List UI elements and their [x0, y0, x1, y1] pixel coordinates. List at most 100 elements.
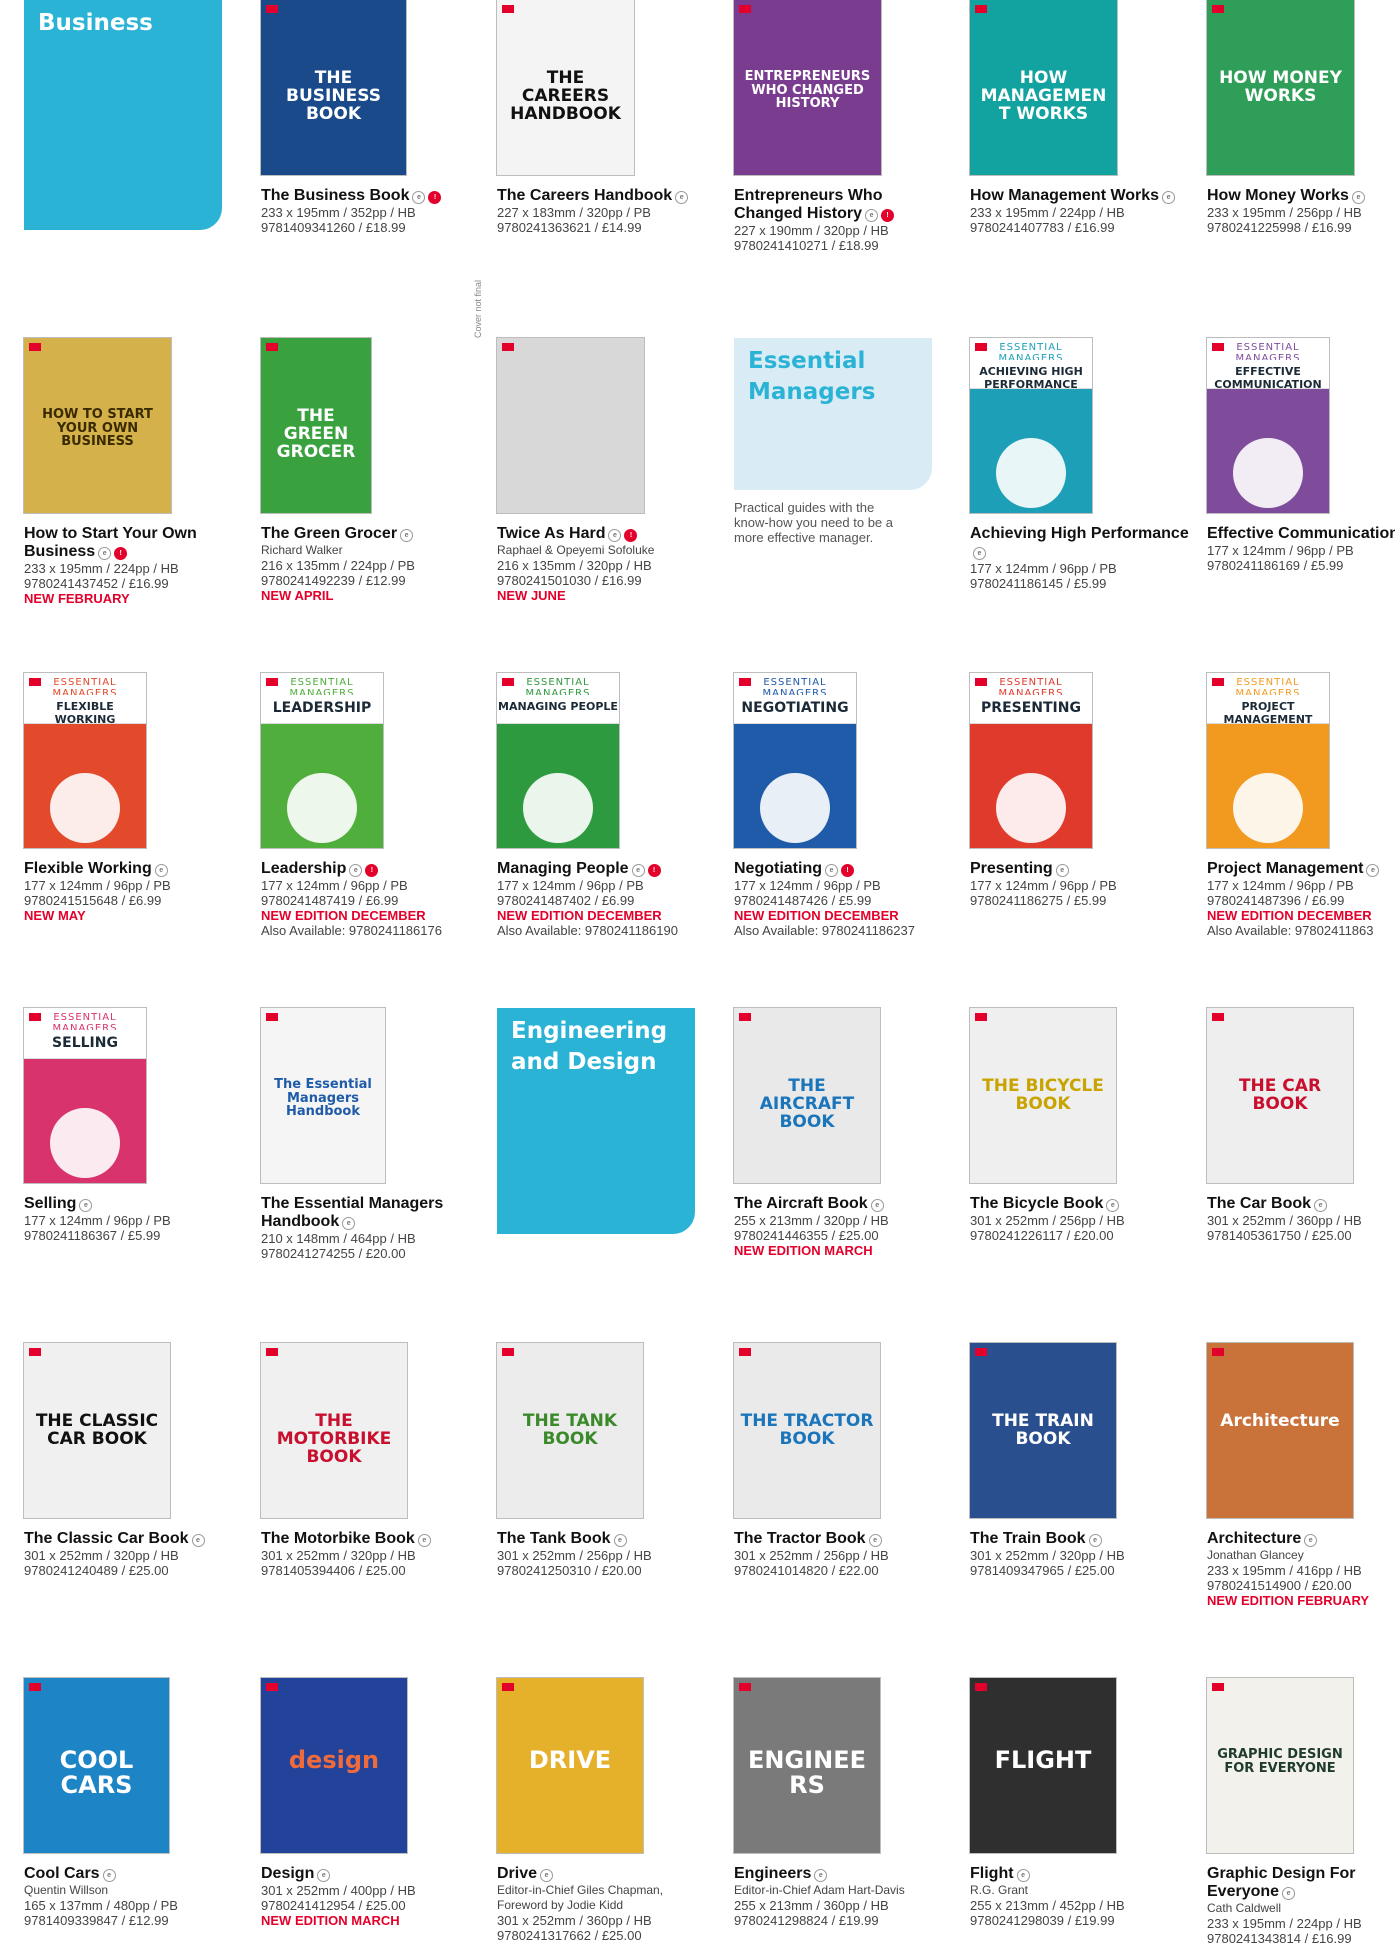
book-title[interactable]: Effective Communicatione	[1207, 525, 1395, 543]
book-cover[interactable]	[497, 338, 644, 513]
book-title[interactable]: The Careers Handbook e	[497, 187, 717, 205]
book-title[interactable]: Achieving High Performancee	[970, 525, 1190, 561]
cover-title-band: SELLING	[24, 1030, 146, 1059]
book-title[interactable]: The Train Book e	[970, 1530, 1190, 1548]
book-title[interactable]: Flexible Working e	[24, 860, 244, 878]
book-title[interactable]: How Money Works e	[1207, 187, 1395, 205]
book-cover[interactable]: GRAPHIC DESIGN FOR EVERYONE	[1207, 1678, 1353, 1853]
book-title[interactable]: Selling e	[24, 1195, 244, 1213]
book-note: NEW EDITION DECEMBER	[1207, 908, 1372, 923]
dk-logo	[266, 678, 278, 686]
book-isbn-price: 9780241492239 / £12.99	[261, 573, 406, 588]
book-cover[interactable]: ENGINEERS	[734, 1678, 880, 1853]
book-title[interactable]: The Classic Car Book e	[24, 1530, 244, 1548]
book-title[interactable]: The Green Grocer e	[261, 525, 481, 543]
book-info: Effective Communicatione177 x 124mm / 96…	[1207, 525, 1395, 573]
book-title[interactable]: Architecture e	[1207, 1530, 1395, 1548]
ebook-icon: e	[631, 864, 645, 877]
book-cover[interactable]: THE TANK BOOK	[497, 1343, 643, 1518]
cover-title: THE TRACTOR BOOK	[740, 1411, 874, 1449]
dk-logo	[1212, 1013, 1224, 1021]
book-cover[interactable]: THE GREEN GROCER	[261, 338, 371, 513]
category-engineering-design: Engineering and Design	[497, 1008, 695, 1234]
book-cover[interactable]: THE BICYCLE BOOK	[970, 1008, 1116, 1183]
dk-logo	[1212, 1683, 1224, 1691]
book-cover[interactable]: ESSENTIAL MANAGERS EFFECTIVE COMMUNICATIO…	[1207, 338, 1329, 513]
cover-title: THE BICYCLE BOOK	[982, 1076, 1104, 1114]
book-cover[interactable]: COOL CARS	[24, 1678, 169, 1853]
book-title[interactable]: Twice As Hard e!	[497, 525, 717, 543]
book-title[interactable]: The Tractor Book e	[734, 1530, 954, 1548]
book-cover[interactable]: ESSENTIAL MANAGERS ACHIEVING HIGH PERFORM…	[970, 338, 1092, 513]
book-title[interactable]: The Tank Book e	[497, 1530, 717, 1548]
book-cover[interactable]: THE TRAIN BOOK	[970, 1343, 1116, 1518]
book-title[interactable]: The Motorbike Book e	[261, 1530, 481, 1548]
book-title[interactable]: Leadership e!	[261, 860, 481, 878]
book-cover[interactable]: HOW MANAGEMENT WORKS	[970, 0, 1117, 175]
book-cover[interactable]: THE CAREERS HANDBOOK	[497, 0, 634, 175]
book-title[interactable]: Managing People e!	[497, 860, 717, 878]
audio-icon: !	[365, 864, 379, 877]
book-cover[interactable]: ESSENTIAL MANAGERS SELLING	[24, 1008, 146, 1183]
book-title[interactable]: Project Management e	[1207, 860, 1395, 878]
book-cover[interactable]: design	[261, 1678, 407, 1853]
cover-title: THE TANK BOOK	[522, 1411, 618, 1449]
book-title[interactable]: Negotiating e!	[734, 860, 954, 878]
book-cover[interactable]: HOW MONEY WORKS	[1207, 0, 1354, 175]
ebook-icon: e	[342, 1217, 356, 1230]
book-title[interactable]: Entrepreneurs Who Changed History e!	[734, 187, 954, 223]
book-cover[interactable]: THE TRACTOR BOOK	[734, 1343, 880, 1518]
book-cover[interactable]: FLIGHT	[970, 1678, 1116, 1853]
category-label: Business	[38, 10, 153, 36]
book-info: The Business Book e! 233 x 195mm / 352pp /…	[261, 187, 481, 235]
book-title[interactable]: The Business Book e!	[261, 187, 481, 205]
cover-title-band: MANAGING PEOPLE	[497, 695, 619, 724]
book-title[interactable]: The Essential Managers Handbook e	[261, 1195, 481, 1231]
dk-logo	[739, 5, 751, 13]
book-cover[interactable]: ESSENTIAL MANAGERS FLEXIBLE WORKING	[24, 673, 146, 848]
book-specs: 177 x 124mm / 96pp / PB	[1207, 878, 1354, 893]
dk-logo	[739, 1348, 751, 1356]
book-title[interactable]: Design e	[261, 1865, 481, 1883]
series-band: ESSENTIAL MANAGERS	[497, 673, 619, 699]
book-title[interactable]: How to Start Your Own Business e!	[24, 525, 244, 561]
book-cover[interactable]: THE AIRCRAFT BOOK	[734, 1008, 880, 1183]
book-cover[interactable]: THE BUSINESS BOOK	[261, 0, 406, 175]
dk-logo	[29, 1683, 41, 1691]
book-info: How to Start Your Own Business e! 233 x 19…	[24, 525, 244, 606]
book-cover[interactable]: ENTREPRENEURS WHO CHANGED HISTORY	[734, 0, 881, 175]
book-cover[interactable]: THE MOTORBIKE BOOK	[261, 1343, 407, 1518]
book-title[interactable]: The Car Book e	[1207, 1195, 1395, 1213]
cover-title-band: PROJECT MANAGEMENT	[1207, 695, 1329, 726]
book-cover[interactable]: Architecture	[1207, 1343, 1353, 1518]
book-title[interactable]: Drive e	[497, 1865, 717, 1883]
ebook-icon: e	[865, 209, 879, 222]
cover-title: THE CAR BOOK	[1238, 1076, 1322, 1114]
book-cover[interactable]: ESSENTIAL MANAGERS MANAGING PEOPLE	[497, 673, 619, 848]
book-cover[interactable]: ESSENTIAL MANAGERS PRESENTING	[970, 673, 1092, 848]
book-title[interactable]: The Bicycle Book e	[970, 1195, 1190, 1213]
book-cover[interactable]: The Essential Managers Handbook	[261, 1008, 385, 1183]
book-cover[interactable]: HOW TO START YOUR OWN BUSINESS	[24, 338, 171, 513]
book-title[interactable]: Engineers e	[734, 1865, 954, 1883]
book-cover[interactable]: ESSENTIAL MANAGERS LEADERSHIP	[261, 673, 383, 848]
ebook-icon: e	[1366, 864, 1380, 877]
book-cover[interactable]: ESSENTIAL MANAGERS NEGOTIATING	[734, 673, 856, 848]
dk-logo	[266, 1348, 278, 1356]
book-isbn-price: 9780241298039 / £19.99	[970, 1913, 1115, 1928]
book-cover[interactable]: THE CLASSIC CAR BOOK	[24, 1343, 170, 1518]
book-title[interactable]: The Aircraft Book e	[734, 1195, 954, 1213]
book-title[interactable]: Flight e	[970, 1865, 1190, 1883]
book-isbn-price: 9780241437452 / £16.99	[24, 576, 169, 591]
book-title[interactable]: Graphic Design For Everyone e	[1207, 1865, 1395, 1901]
book-title[interactable]: How Management Works e	[970, 187, 1190, 205]
book-author: Raphael & Opeyemi Sofoluke	[497, 543, 655, 557]
book-isbn-price: 9780241446355 / £25.00	[734, 1228, 879, 1243]
book-title[interactable]: Cool Cars e	[24, 1865, 244, 1883]
book-cover[interactable]: THE CAR BOOK	[1207, 1008, 1353, 1183]
book-cover[interactable]: DRIVE	[497, 1678, 643, 1853]
book-cover[interactable]: ESSENTIAL MANAGERS PROJECT MANAGEMENT	[1207, 673, 1329, 848]
book-specs: 177 x 124mm / 96pp / PB	[261, 878, 408, 893]
book-author: Quentin Willson	[24, 1883, 109, 1897]
book-title[interactable]: Presenting e	[970, 860, 1190, 878]
